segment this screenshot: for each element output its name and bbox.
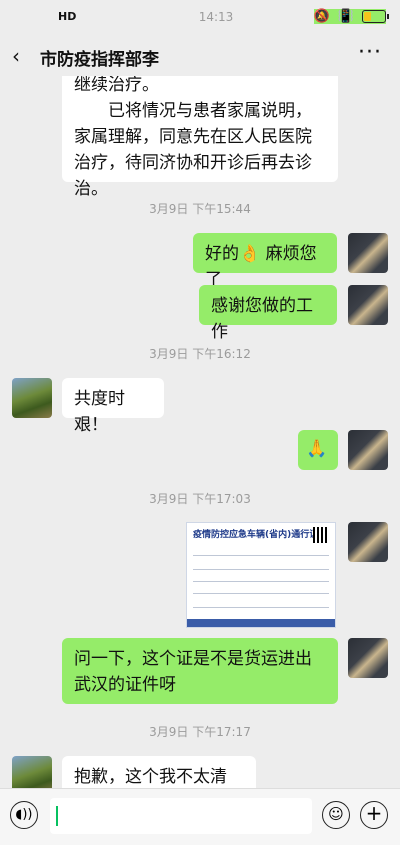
avatar-contact[interactable] <box>12 756 52 788</box>
timestamp: 3月9日 下午17:17 <box>149 725 251 739</box>
message-bubble-incoming[interactable]: 抱歉，这个我不太清楚。 <box>62 756 256 788</box>
pass-divider <box>193 593 329 594</box>
emoji-icon[interactable]: ☺ <box>322 801 350 829</box>
pass-footer <box>187 619 335 627</box>
message-text: 共度时艰！ <box>74 389 125 435</box>
message-bubble-incoming[interactable]: 共度时艰！ <box>62 378 164 435</box>
qr-code-icon <box>313 527 329 543</box>
message-list[interactable]: 继续治疗。 已将情况与患者家属说明，家属理解，同意先在区人民医院治疗，待同济协和… <box>0 76 400 788</box>
pass-divider <box>193 581 329 582</box>
pray-emoji: 🙏 <box>306 439 328 459</box>
avatar-self[interactable] <box>348 430 388 470</box>
timestamp: 3月9日 下午16:12 <box>149 347 251 361</box>
message-text: 好的👌 麻烦您了 <box>205 244 317 290</box>
voice-input-icon[interactable]: ◖)) <box>10 801 38 829</box>
chat-header: ‹ 市防疫指挥部李 ··· <box>0 36 400 76</box>
battery-icon <box>362 10 389 23</box>
mute-icon: 🔕 <box>313 9 330 24</box>
message-bubble-outgoing[interactable]: 好的👌 麻烦您了 <box>193 233 337 290</box>
message-bubble-incoming[interactable]: 继续治疗。 已将情况与患者家属说明，家属理解，同意先在区人民医院治疗，待同济协和… <box>62 76 338 199</box>
avatar-self[interactable] <box>348 638 388 678</box>
input-bar: ◖)) ☺ + <box>0 788 400 845</box>
message-text: 已将情况与患者家属说明，家属理解，同意先在区人民医院治疗，待同济协和开诊后再去诊… <box>74 101 312 199</box>
avatar-self[interactable] <box>348 233 388 273</box>
status-icons: 🔕 📳 <box>313 9 389 24</box>
chat-title: 市防疫指挥部李 <box>40 50 159 70</box>
message-text: 问一下，这个证是不是货运进出武汉的证件呀 <box>74 649 312 695</box>
avatar-contact[interactable] <box>12 378 52 418</box>
vibrate-icon: 📳 <box>337 9 354 24</box>
text-caret <box>56 806 58 826</box>
message-bubble-outgoing[interactable]: 问一下，这个证是不是货运进出武汉的证件呀 <box>62 638 338 704</box>
message-text: 继续治疗。 <box>74 76 159 95</box>
timestamp: 3月9日 下午17:03 <box>149 492 251 506</box>
message-input[interactable] <box>50 798 312 834</box>
message-bubble-outgoing[interactable]: 🙏 <box>298 430 338 470</box>
message-bubble-outgoing[interactable]: 感谢您做的工作 <box>199 285 337 342</box>
avatar-self[interactable] <box>348 522 388 562</box>
avatar-self[interactable] <box>348 285 388 325</box>
more-options-icon[interactable]: ··· <box>358 40 382 65</box>
message-text: 感谢您做的工作 <box>211 296 313 342</box>
back-icon[interactable]: ‹ <box>12 44 20 68</box>
network-indicator: HD <box>58 10 77 23</box>
message-text: 抱歉，这个我不太清楚。 <box>74 767 227 787</box>
pass-title: 疫情防控应急车辆(省内)通行证 <box>193 530 319 540</box>
status-bar: 14:13 HD 🔕 📳 <box>0 0 400 36</box>
pass-divider <box>193 555 329 556</box>
timestamp: 3月9日 下午15:44 <box>149 202 251 216</box>
pass-divider <box>193 607 329 608</box>
image-message-pass[interactable]: 疫情防控应急车辆(省内)通行证 <box>186 522 336 628</box>
add-attachment-icon[interactable]: + <box>360 801 388 829</box>
pass-divider <box>193 569 329 570</box>
